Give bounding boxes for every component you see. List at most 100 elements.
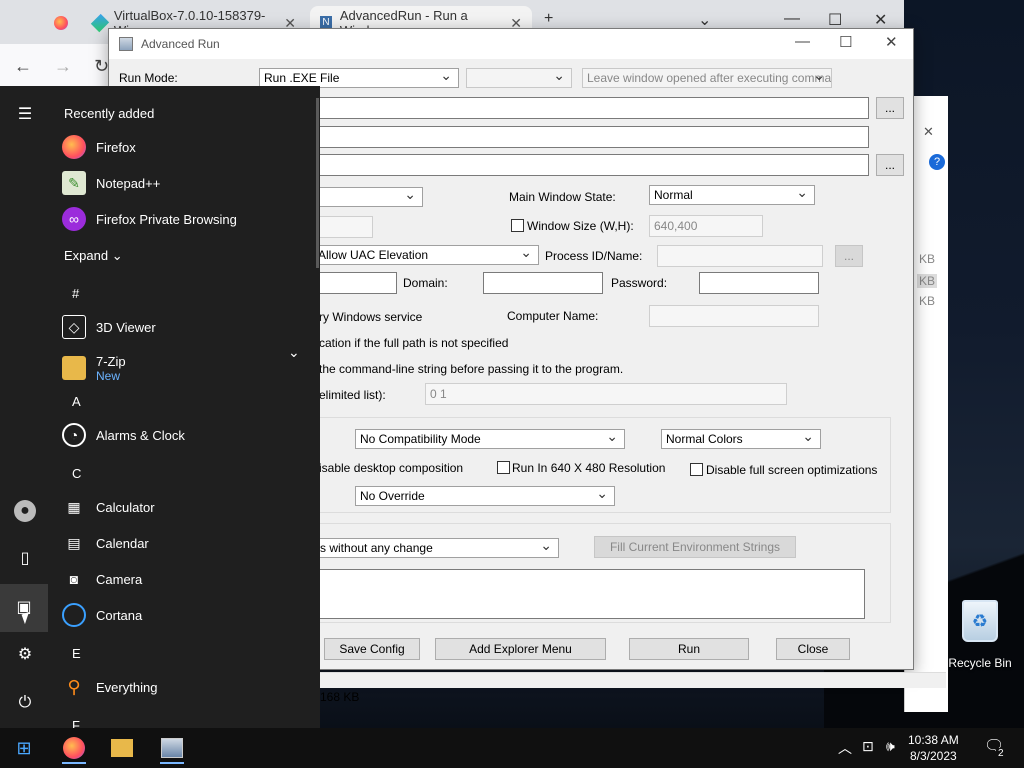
dialog-titlebar: Advanced Run — ☐ ✕	[109, 29, 913, 59]
process-id-input[interactable]	[657, 245, 823, 267]
start-item-firefox[interactable]: Firefox	[62, 132, 136, 162]
color-mode-select[interactable]: Normal Colors	[661, 429, 821, 449]
date-text: 8/3/2023	[909, 749, 957, 763]
run-button[interactable]: Run	[629, 638, 749, 660]
minimize-button[interactable]: —	[784, 10, 800, 28]
window-size-checkbox[interactable]	[511, 219, 524, 232]
start-item-3d-viewer[interactable]: ◇ 3D Viewer	[62, 312, 156, 342]
environment-textarea[interactable]	[319, 569, 865, 619]
environment-mode-select[interactable]: bles without any change	[299, 538, 559, 558]
close-button[interactable]: ✕	[874, 10, 887, 30]
start-item-calendar[interactable]: ▤ Calendar	[62, 528, 149, 558]
browser-tab-firefox[interactable]	[44, 6, 78, 40]
taskbar-advancedrun[interactable]	[152, 732, 192, 764]
dpi-override-select[interactable]: No Override	[355, 486, 615, 506]
start-item-camera[interactable]: ◙ Camera	[62, 564, 142, 594]
settings-icon[interactable]: ⚙	[14, 644, 36, 666]
chevron-down-icon[interactable]: ⌄	[288, 344, 300, 361]
disable-composition-option[interactable]: isable desktop composition	[319, 461, 463, 475]
leave-window-select[interactable]: Leave window opened after executing comm…	[582, 68, 832, 88]
reload-icon[interactable]: ↻	[94, 56, 109, 77]
camera-icon: ◙	[69, 571, 79, 587]
app-label: Calculator	[96, 499, 155, 515]
network-icon[interactable]: ⊡	[862, 738, 874, 755]
letter-header[interactable]: A	[72, 394, 81, 409]
start-menu-rail: ☰ ● ▯ ▣ ⚙ ⏻	[0, 86, 48, 728]
letter-header[interactable]: C	[72, 466, 81, 481]
maximize-button[interactable]: ☐	[839, 33, 852, 51]
taskbar-file-explorer[interactable]	[102, 732, 142, 764]
close-button[interactable]: ✕	[885, 33, 898, 51]
start-app-list: Recently added Firefox ✎ Notepad++ ∞ Fir…	[48, 86, 318, 733]
chevron-up-icon[interactable]: ︿	[838, 738, 852, 758]
recycle-bin-label: Recycle Bin	[948, 656, 1012, 670]
recycle-bin[interactable]: ♻ Recycle Bin	[940, 600, 1020, 680]
compatibility-mode-select[interactable]: No Compatibility Mode	[355, 429, 625, 449]
run-mode-select[interactable]: Run .EXE File	[259, 68, 459, 88]
taskbar: ⊞ ︿ ⊡ 🕪 10:38 AM 8/3/2023 🗨 2	[0, 728, 1024, 768]
start-button[interactable]: ⊞	[4, 732, 44, 764]
clock[interactable]: 10:38 AM 8/3/2023	[908, 732, 959, 764]
letter-header[interactable]: E	[72, 646, 81, 661]
windows-service-option[interactable]: ry Windows service	[319, 310, 422, 324]
documents-icon[interactable]: ▯	[14, 548, 36, 570]
program-path-input[interactable]	[299, 97, 869, 119]
main-window-state-select[interactable]: Normal	[649, 185, 815, 205]
save-config-button[interactable]: Save Config	[324, 638, 420, 660]
back-icon[interactable]: ←	[14, 56, 32, 77]
power-icon[interactable]: ⏻	[14, 692, 36, 714]
expand-env-option[interactable]: the command-line string before passing i…	[319, 362, 623, 376]
close-icon[interactable]: ✕	[923, 124, 934, 140]
pictures-icon[interactable]: ▣	[0, 584, 48, 632]
expand-button[interactable]: Expand ⌄	[64, 248, 123, 264]
user-icon[interactable]: ●	[14, 500, 36, 522]
cpu-affinity-label: elimited list):	[319, 388, 386, 402]
computer-name-input[interactable]	[649, 305, 819, 327]
start-item-cortana[interactable]: Cortana	[62, 600, 142, 630]
maximize-button[interactable]: ☐	[828, 10, 842, 30]
tab-list-button[interactable]: ⌄	[698, 10, 711, 30]
start-item-7zip[interactable]: 7-Zip New	[62, 348, 126, 388]
advancedrun-icon	[161, 738, 183, 758]
browse-directory-button[interactable]: ...	[876, 154, 904, 176]
cpu-affinity-input[interactable]: 0 1	[425, 383, 787, 405]
file-size: KB	[919, 294, 936, 308]
start-item-everything[interactable]: ⚲ Everything	[62, 672, 157, 702]
command-line-input[interactable]	[299, 126, 869, 148]
letter-header[interactable]: #	[72, 286, 79, 301]
fill-environment-button[interactable]: Fill Current Environment Strings	[594, 536, 796, 558]
app-label-group: 7-Zip New	[96, 354, 126, 383]
advancedrun-icon	[119, 37, 133, 51]
status-bar-text: 168 KB	[320, 690, 360, 704]
app-label: Calendar	[96, 535, 149, 551]
add-explorer-menu-button[interactable]: Add Explorer Menu	[435, 638, 606, 660]
run-as-select[interactable]: r - Allow UAC Elevation	[299, 245, 539, 265]
secondary-select[interactable]	[466, 68, 572, 88]
process-browse-button[interactable]: ...	[835, 245, 863, 267]
horizontal-scrollbar[interactable]	[320, 672, 946, 688]
minimize-button[interactable]: —	[795, 33, 810, 50]
volume-icon[interactable]: 🕪	[886, 738, 895, 755]
taskbar-firefox[interactable]	[54, 732, 94, 764]
virtualbox-icon	[90, 13, 110, 33]
window-size-input[interactable]: 640,400	[649, 215, 763, 237]
main-window-state-label: Main Window State:	[509, 190, 616, 204]
app-label: Alarms & Clock	[96, 427, 185, 443]
disable-fullscreen-checkbox[interactable]	[690, 463, 703, 476]
start-item-notepadpp[interactable]: ✎ Notepad++	[62, 168, 160, 198]
start-item-firefox-private[interactable]: ∞ Firefox Private Browsing	[62, 204, 237, 234]
close-dialog-button[interactable]: Close	[776, 638, 850, 660]
password-input[interactable]	[699, 272, 819, 294]
start-menu-scrollbar[interactable]	[316, 98, 319, 268]
browse-program-button[interactable]: ...	[876, 97, 904, 119]
start-item-calculator[interactable]: ▦ Calculator	[62, 492, 155, 522]
start-directory-input[interactable]	[299, 154, 869, 176]
forward-icon[interactable]: →	[54, 56, 72, 77]
new-tab-button[interactable]: +	[544, 10, 553, 28]
hamburger-icon[interactable]: ☰	[14, 104, 36, 126]
domain-input[interactable]	[483, 272, 603, 294]
search-path-option[interactable]: cation if the full path is not specified	[319, 336, 508, 350]
run-640-checkbox[interactable]	[497, 461, 510, 474]
start-item-alarms[interactable]: ◔ Alarms & Clock	[62, 420, 185, 450]
help-icon[interactable]: ?	[929, 154, 945, 170]
